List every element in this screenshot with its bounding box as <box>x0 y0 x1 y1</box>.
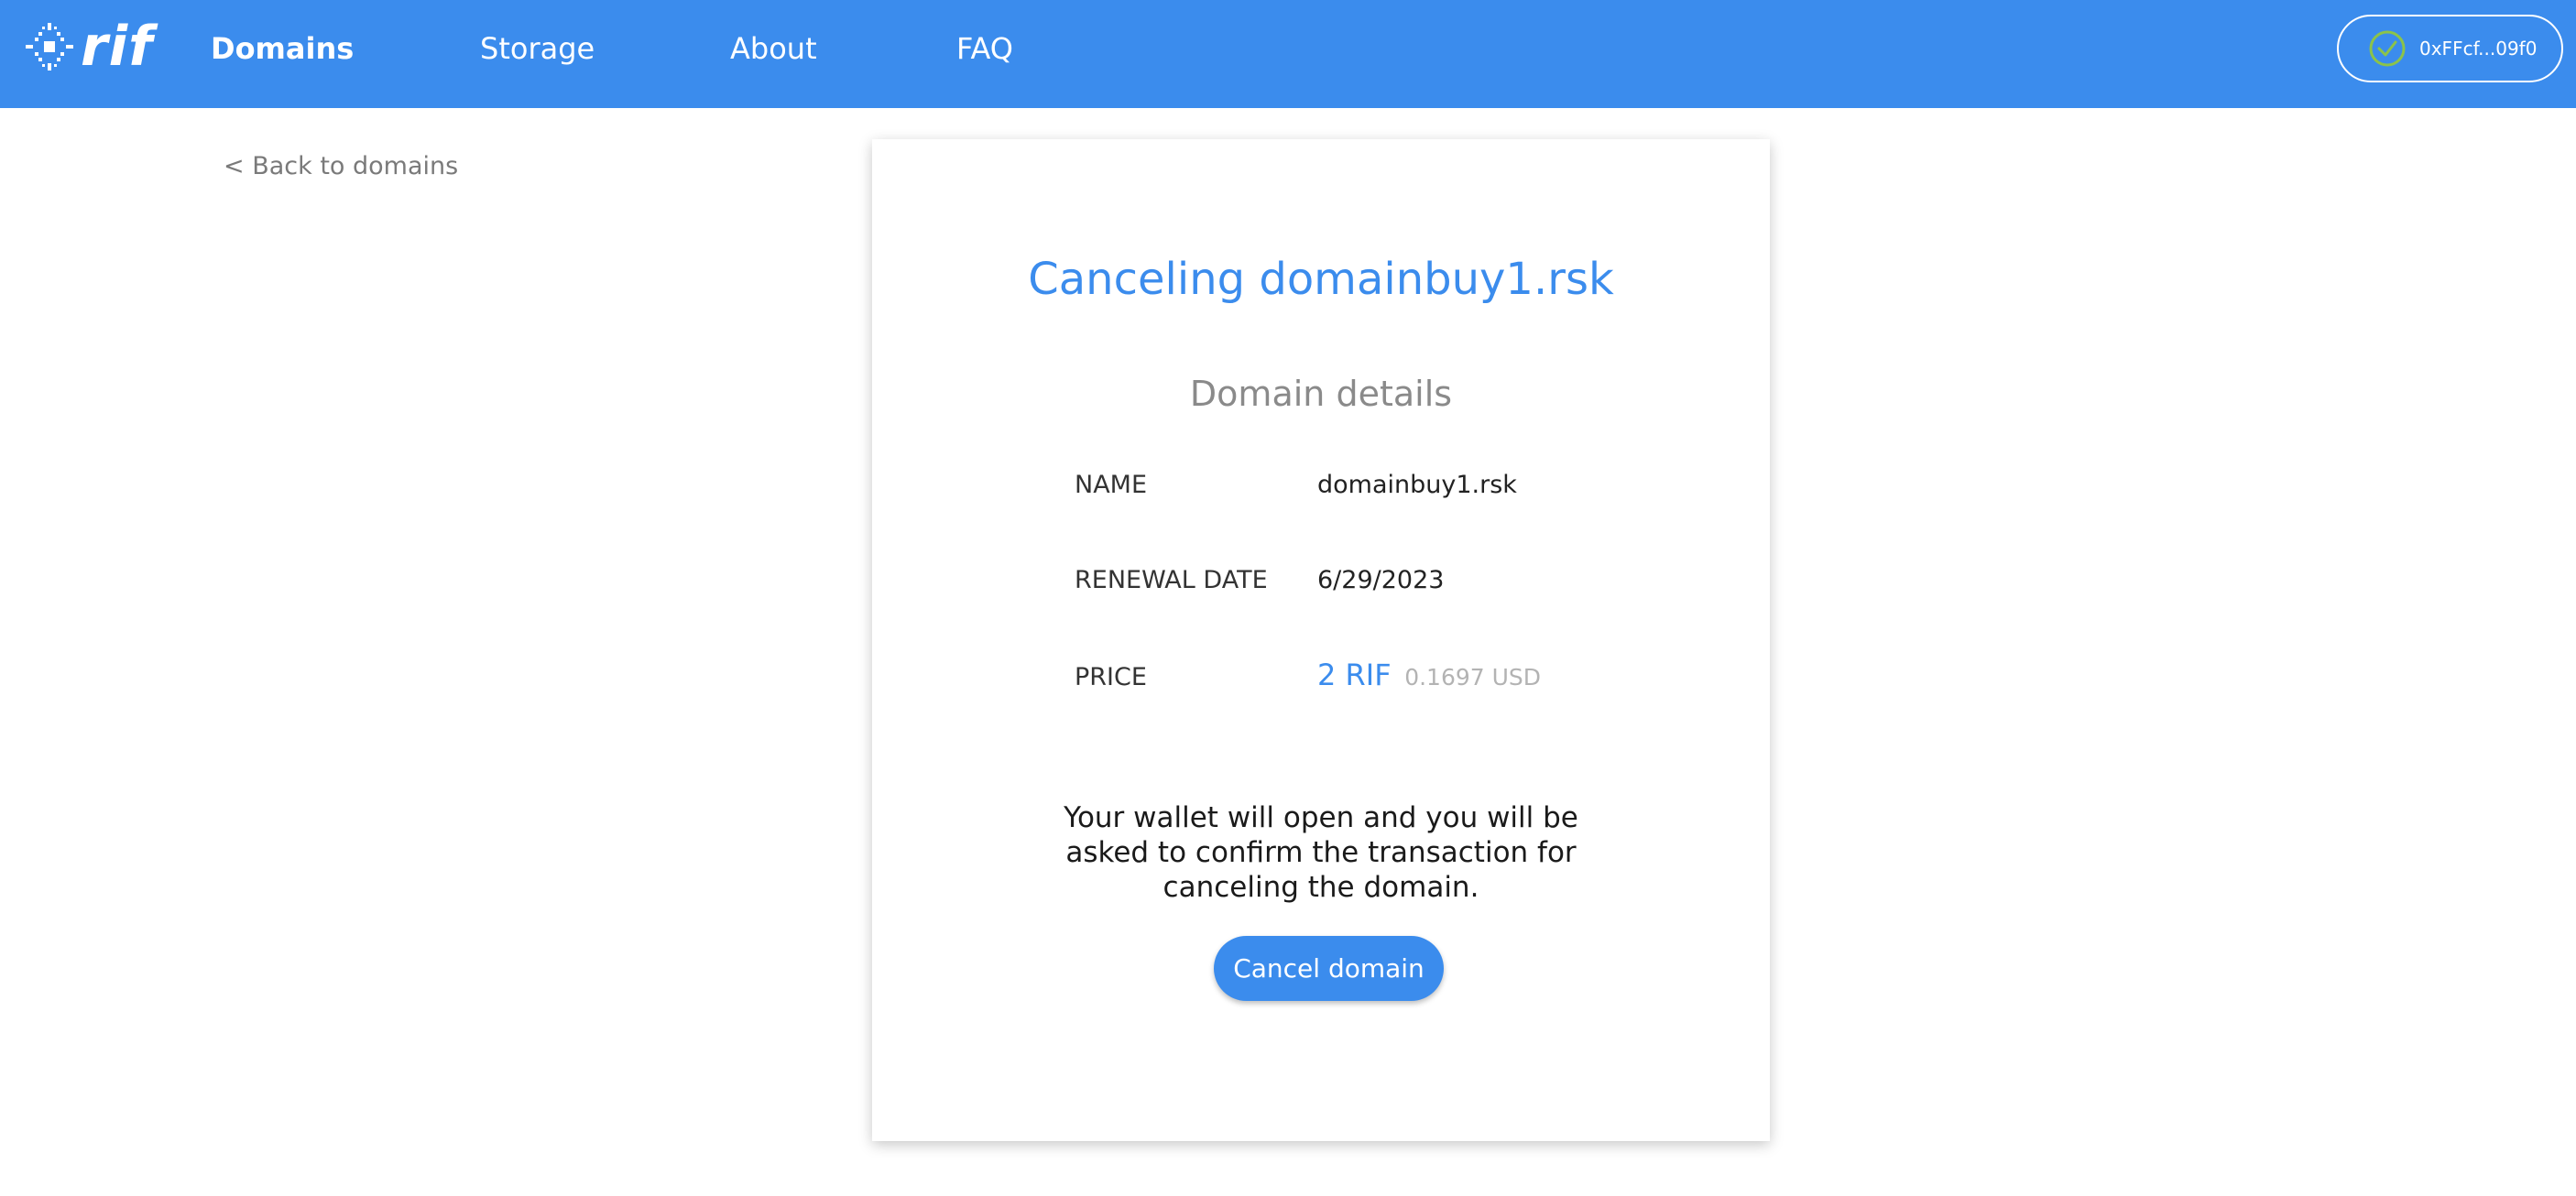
rif-logo[interactable]: rif <box>24 18 153 75</box>
nav-item-storage[interactable]: Storage <box>480 27 595 70</box>
back-to-domains-link[interactable]: < Back to domains <box>224 152 458 180</box>
nav-item-about[interactable]: About <box>730 27 817 70</box>
domain-details-heading: Domain details <box>1189 374 1453 414</box>
nav-item-domains[interactable]: Domains <box>211 27 354 70</box>
price-usd: 0.1697 USD <box>1404 664 1542 690</box>
price-label: PRICE <box>1075 663 1147 691</box>
page-title: Canceling domainbuy1.rsk <box>1028 254 1614 305</box>
nav-item-faq[interactable]: FAQ <box>956 27 1013 70</box>
price-rif: 2 RIF <box>1317 658 1392 692</box>
cancel-domain-button[interactable]: Cancel domain <box>1214 936 1444 1001</box>
renewal-date-label: RENEWAL DATE <box>1075 566 1268 594</box>
wallet-account-button[interactable]: 0xFFcf...09f0 <box>2337 15 2563 82</box>
name-label: NAME <box>1075 471 1148 499</box>
name-value: domainbuy1.rsk <box>1317 471 1517 499</box>
top-navigation-bar: rif Domains Storage About FAQ 0xFFcf...0… <box>0 0 2576 108</box>
cancel-domain-card: Canceling domainbuy1.rsk Domain details … <box>872 139 1770 1141</box>
check-circle-icon <box>2369 30 2406 67</box>
wallet-notice: Your wallet will open and you will be as… <box>1064 801 1578 904</box>
wallet-address: 0xFFcf...09f0 <box>2419 38 2538 60</box>
logo-text: rif <box>81 15 154 79</box>
price-value: 2 RIF 0.1697 USD <box>1317 657 1541 696</box>
renewal-date-value: 6/29/2023 <box>1317 566 1445 594</box>
rif-logo-icon <box>26 23 73 71</box>
